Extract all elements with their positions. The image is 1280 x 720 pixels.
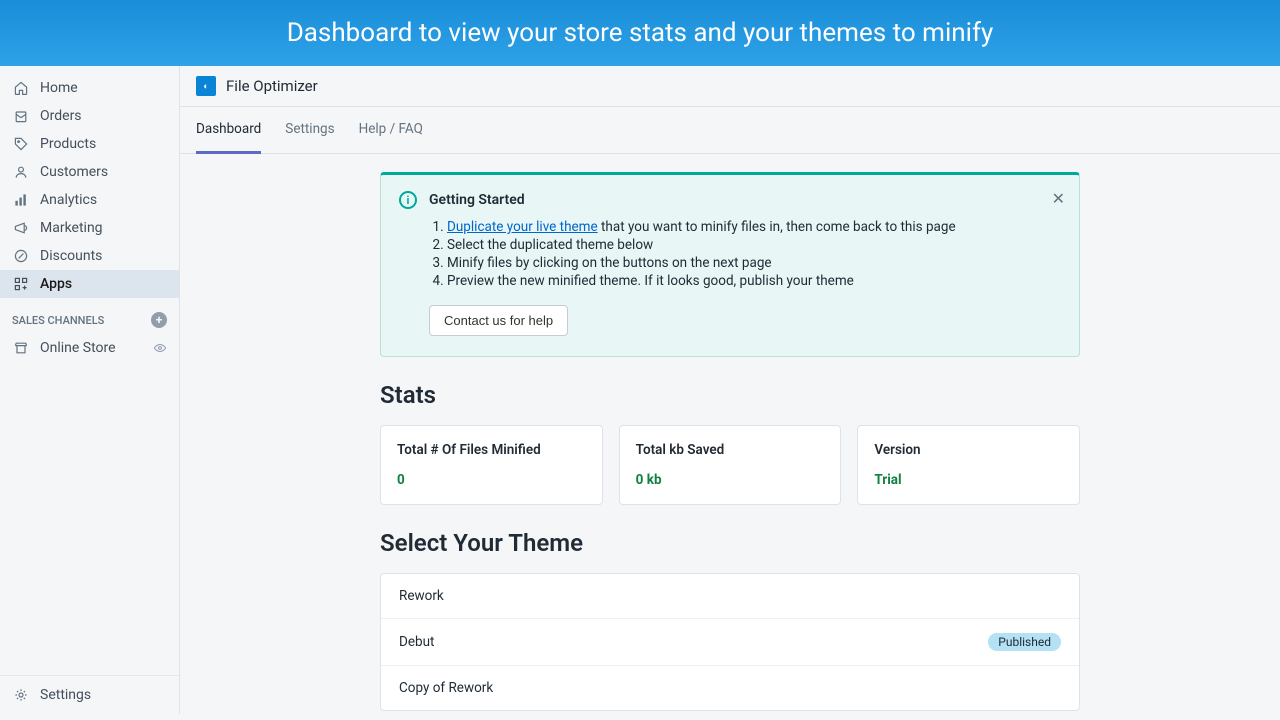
stat-label: Total kb Saved	[636, 442, 825, 458]
sidebar-item-label: Products	[40, 136, 96, 152]
stat-value: Trial	[874, 472, 1063, 488]
theme-name: Rework	[399, 588, 444, 604]
contact-us-button[interactable]: Contact us for help	[429, 305, 568, 336]
orders-icon	[12, 107, 30, 125]
promo-banner: Dashboard to view your store stats and y…	[0, 0, 1280, 66]
app-header: ◐ File Optimizer	[180, 66, 1280, 107]
app-title: File Optimizer	[226, 77, 318, 95]
content-scroll: ✕ i Getting Started Duplicate your live …	[180, 154, 1280, 714]
sidebar-item-marketing[interactable]: Marketing	[0, 214, 179, 242]
stat-card-version: Version Trial	[857, 425, 1080, 505]
stat-value: 0	[397, 472, 586, 488]
stats-row: Total # Of Files Minified 0 Total kb Sav…	[380, 425, 1080, 505]
info-icon: i	[399, 191, 417, 209]
customers-icon	[12, 163, 30, 181]
sidebar-item-customers[interactable]: Customers	[0, 158, 179, 186]
sidebar-item-label: Analytics	[40, 192, 97, 208]
stat-card-kb-saved: Total kb Saved 0 kb	[619, 425, 842, 505]
gear-icon	[12, 686, 30, 704]
sidebar-item-label: Discounts	[40, 248, 102, 264]
sidebar-item-label: Home	[40, 80, 78, 96]
published-badge: Published	[988, 633, 1061, 651]
sidebar-item-label: Settings	[40, 687, 91, 703]
sidebar-item-label: Customers	[40, 164, 108, 180]
getting-started-steps: Duplicate your live theme that you want …	[399, 219, 1061, 289]
sidebar-section-sales-channels: SALES CHANNELS +	[0, 298, 179, 334]
sidebar-item-discounts[interactable]: Discounts	[0, 242, 179, 270]
main-area: ◐ File Optimizer Dashboard Settings Help…	[180, 66, 1280, 714]
products-icon	[12, 135, 30, 153]
sidebar-item-products[interactable]: Products	[0, 130, 179, 158]
info-title: Getting Started	[429, 192, 525, 208]
sidebar: Home Orders Products Customers Analytics…	[0, 66, 180, 714]
select-theme-heading: Select Your Theme	[380, 529, 1080, 557]
theme-list: Rework Debut Published Copy of Rework	[380, 573, 1080, 711]
stat-card-files-minified: Total # Of Files Minified 0	[380, 425, 603, 505]
step-text: Select the duplicated theme below	[447, 237, 1061, 253]
analytics-icon	[12, 191, 30, 209]
apps-icon	[12, 275, 30, 293]
theme-name: Debut	[399, 634, 434, 650]
sidebar-item-label: Orders	[40, 108, 82, 124]
theme-row[interactable]: Debut Published	[381, 619, 1079, 666]
tab-dashboard[interactable]: Dashboard	[196, 107, 261, 154]
close-icon[interactable]: ✕	[1052, 189, 1065, 208]
sidebar-item-label: Marketing	[40, 220, 103, 236]
sidebar-item-label: Apps	[40, 276, 72, 292]
sidebar-item-apps[interactable]: Apps	[0, 270, 179, 298]
add-channel-icon[interactable]: +	[151, 312, 167, 328]
step-text: Preview the new minified theme. If it lo…	[447, 273, 1061, 289]
theme-name: Copy of Rework	[399, 680, 493, 696]
discounts-icon	[12, 247, 30, 265]
stat-value: 0 kb	[636, 472, 825, 488]
view-store-icon[interactable]	[153, 341, 167, 355]
stats-heading: Stats	[380, 381, 1080, 409]
sidebar-item-settings[interactable]: Settings	[0, 676, 179, 714]
sidebar-item-online-store[interactable]: Online Store	[0, 334, 179, 362]
section-label: SALES CHANNELS	[12, 314, 104, 327]
app-logo-icon: ◐	[196, 76, 216, 96]
tab-help-faq[interactable]: Help / FAQ	[359, 107, 423, 153]
getting-started-banner: ✕ i Getting Started Duplicate your live …	[380, 172, 1080, 357]
marketing-icon	[12, 219, 30, 237]
step-text: Minify files by clicking on the buttons …	[447, 255, 1061, 271]
theme-row[interactable]: Rework	[381, 574, 1079, 619]
tab-settings[interactable]: Settings	[285, 107, 334, 153]
step-text: that you want to minify files in, then c…	[598, 219, 956, 235]
duplicate-theme-link[interactable]: Duplicate your live theme	[447, 219, 598, 235]
stat-label: Total # Of Files Minified	[397, 442, 586, 458]
home-icon	[12, 79, 30, 97]
sidebar-item-analytics[interactable]: Analytics	[0, 186, 179, 214]
tab-bar: Dashboard Settings Help / FAQ	[180, 107, 1280, 154]
sidebar-item-orders[interactable]: Orders	[0, 102, 179, 130]
theme-row[interactable]: Copy of Rework	[381, 666, 1079, 710]
stat-label: Version	[874, 442, 1063, 458]
sidebar-item-label: Online Store	[40, 340, 116, 356]
sidebar-item-home[interactable]: Home	[0, 74, 179, 102]
online-store-icon	[12, 339, 30, 357]
